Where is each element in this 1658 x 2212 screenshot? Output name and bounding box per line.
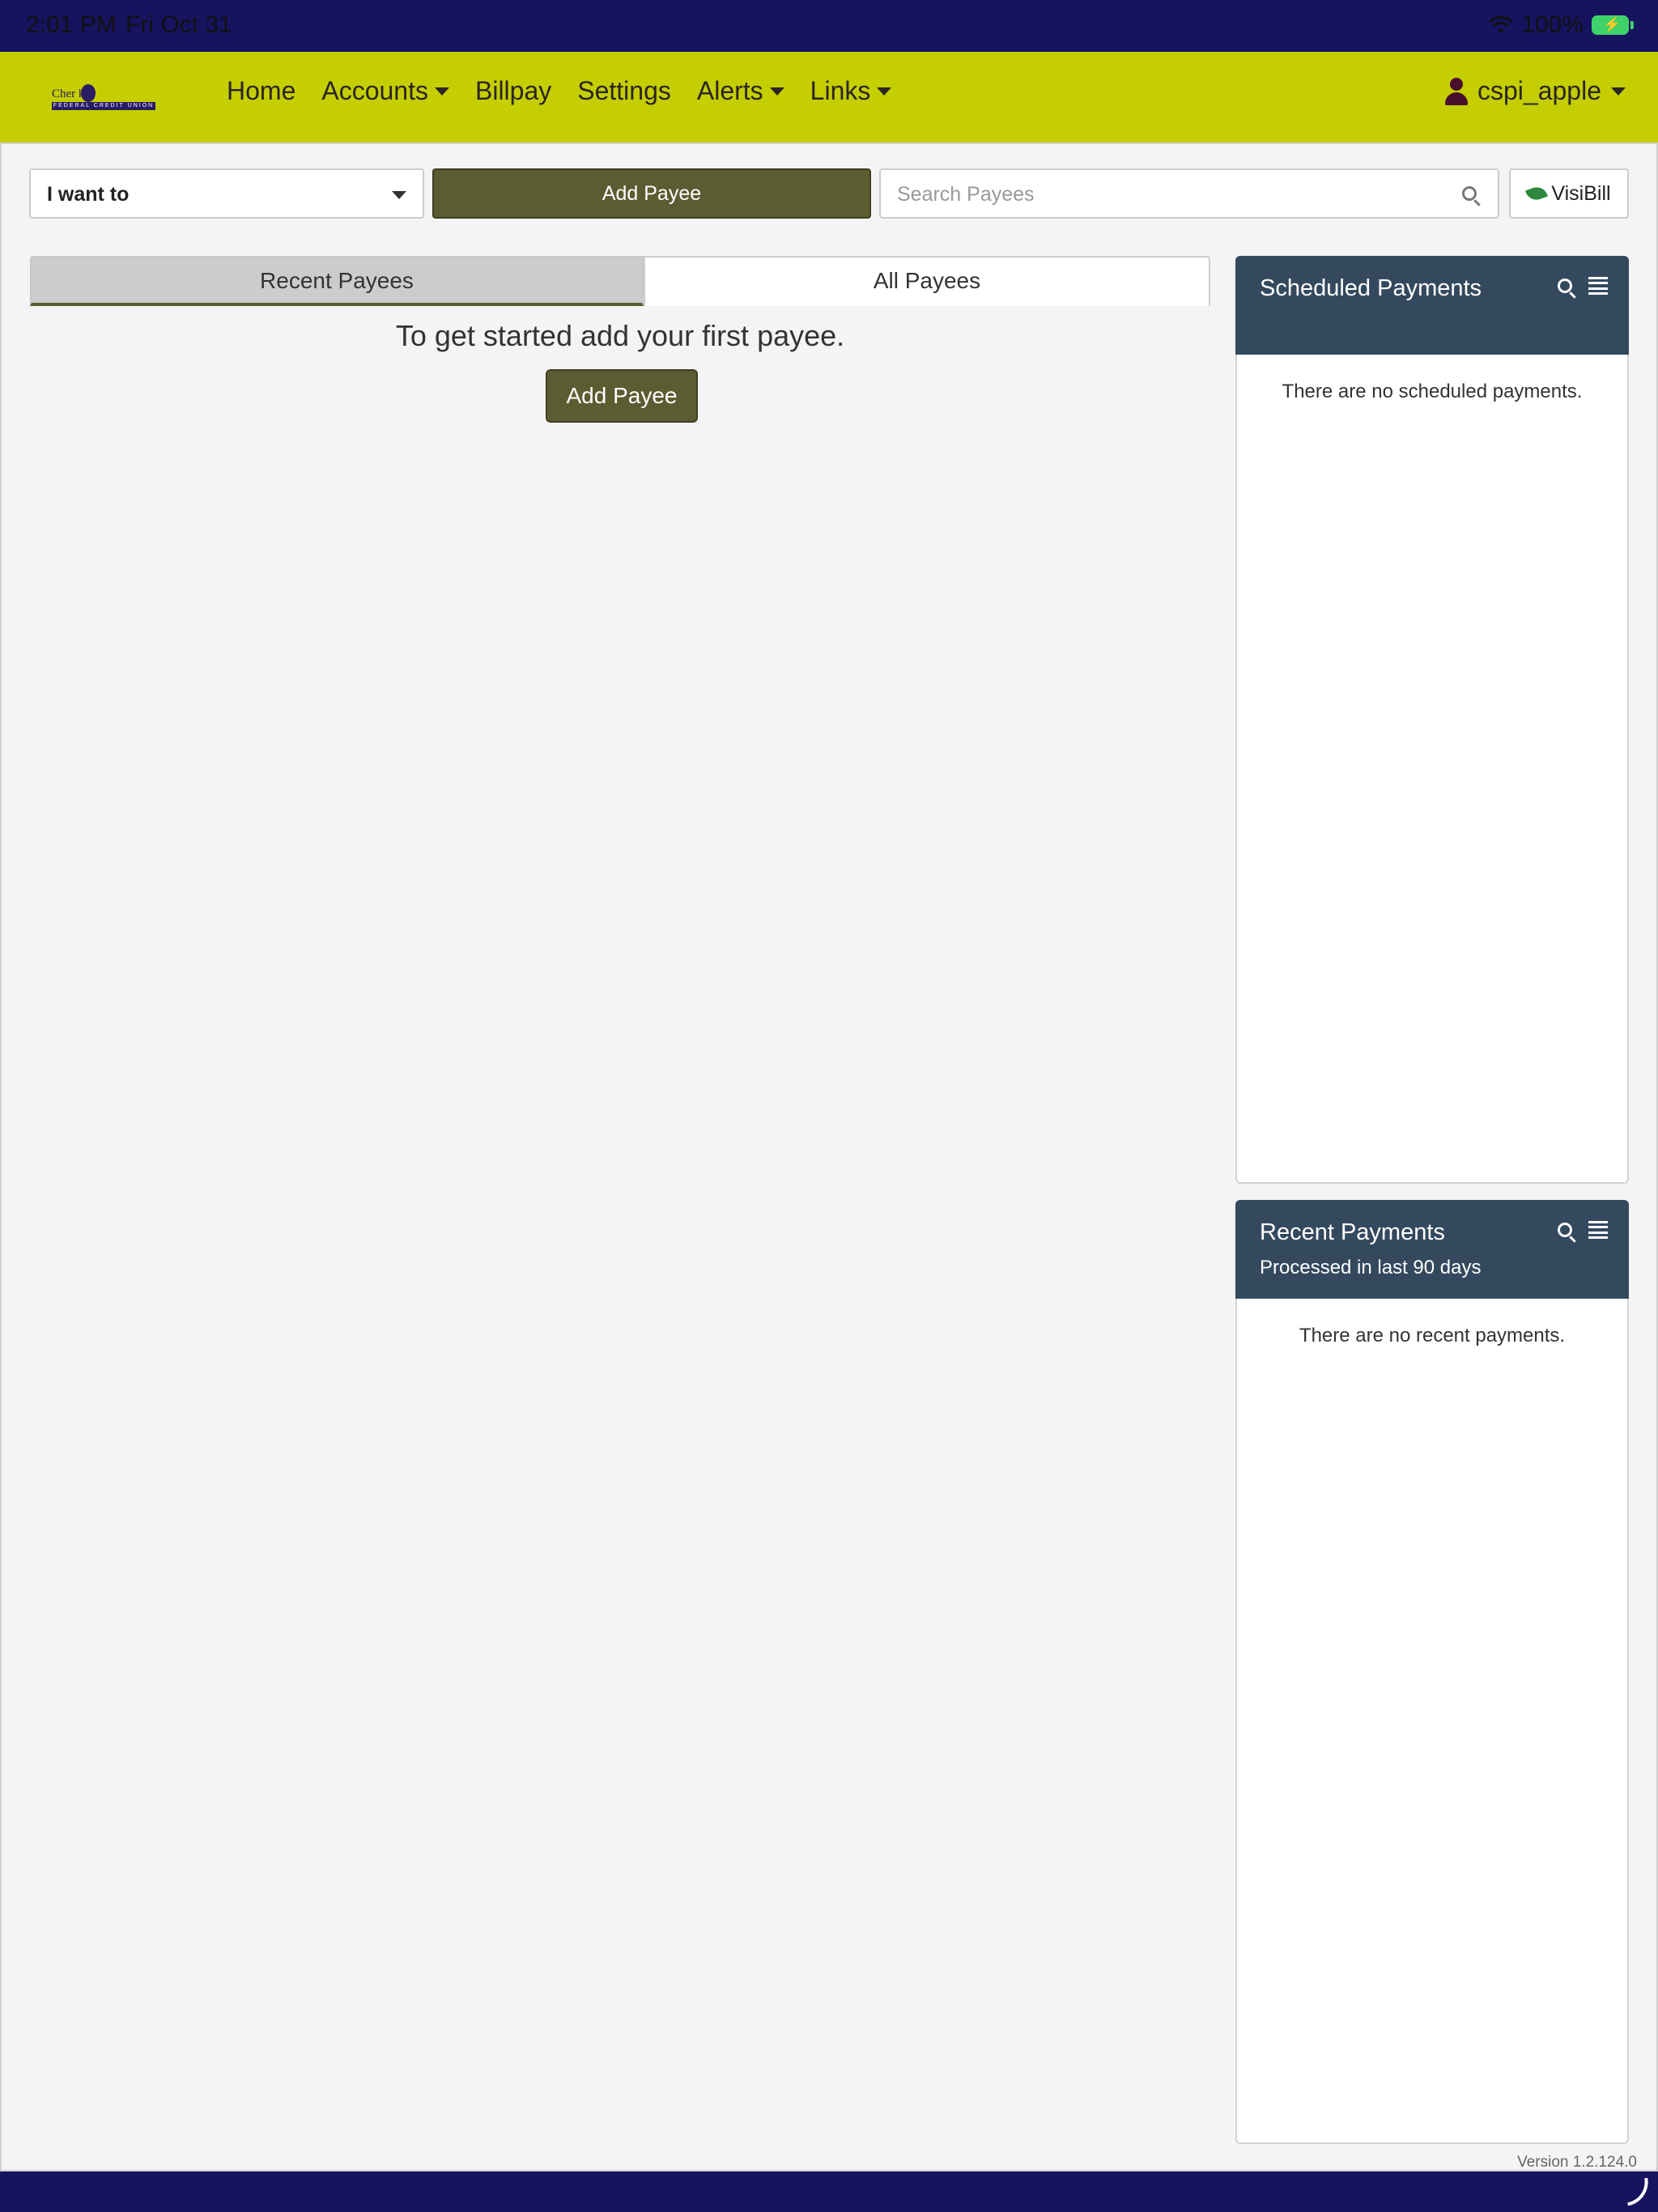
version-label: Version 1.2.124.0	[1517, 2154, 1637, 2171]
visibill-button[interactable]: VisiBill	[1509, 168, 1629, 219]
status-date: Fri Oct 31	[125, 11, 232, 38]
panel-subtitle: Processed in last 90 days	[1260, 1257, 1482, 1278]
phone-icon	[1623, 2177, 1652, 2206]
search-icon[interactable]	[1462, 186, 1477, 201]
logo-subtext: FEDERAL CREDIT UNION	[52, 102, 155, 110]
panel-actions	[1558, 277, 1608, 295]
payee-tabs: Recent Payees All Payees	[30, 256, 1210, 306]
battery-icon: ⚡	[1592, 15, 1634, 35]
user-menu[interactable]: cspi_apple	[1445, 76, 1626, 106]
nav-alerts[interactable]: Alerts	[697, 76, 784, 106]
visibill-label: VisiBill	[1551, 181, 1611, 205]
tab-recent-payees[interactable]: Recent Payees	[30, 256, 644, 306]
recent-payments-panel: Recent Payments Processed in last 90 day…	[1235, 1200, 1629, 2144]
nav-accounts-label: Accounts	[321, 76, 428, 105]
i-want-to-select[interactable]: I want to	[29, 168, 424, 219]
status-bar: 2:01 PM Fri Oct 31 100% ⚡	[0, 0, 1658, 52]
panel-actions	[1558, 1221, 1608, 1239]
battery-percent: 100%	[1521, 11, 1584, 38]
user-icon	[1445, 77, 1468, 105]
logo-emblem	[81, 84, 96, 102]
username: cspi_apple	[1477, 76, 1601, 105]
list-icon[interactable]	[1588, 1221, 1608, 1239]
nav-links[interactable]: Links	[810, 76, 892, 106]
search-payees-input[interactable]	[897, 181, 1448, 207]
nav-home[interactable]: Home	[227, 76, 295, 106]
search-payees-box	[879, 168, 1499, 219]
chevron-down-icon	[434, 87, 449, 96]
nav-accounts[interactable]: Accounts	[321, 76, 449, 106]
wifi-icon	[1489, 15, 1514, 33]
scheduled-payments-panel: Scheduled Payments There are no schedule…	[1235, 256, 1629, 1184]
billpay-content: I want to Add Payee VisiBill Recent Paye…	[0, 143, 1658, 2172]
navbar: Cher kee FEDERAL CREDIT UNION Home Accou…	[0, 52, 1658, 143]
empty-scheduled-message: There are no scheduled payments.	[1282, 381, 1583, 402]
add-payee-button[interactable]: Add Payee	[432, 168, 871, 219]
list-icon[interactable]	[1588, 277, 1608, 295]
nav-billpay[interactable]: Billpay	[475, 76, 551, 106]
bottom-bar	[0, 2172, 1658, 2212]
search-icon[interactable]	[1558, 1223, 1572, 1237]
panel-header: Scheduled Payments	[1235, 256, 1629, 355]
empty-recent-message: There are no recent payments.	[1299, 1325, 1566, 1346]
panel-title: Scheduled Payments	[1260, 275, 1482, 301]
logo[interactable]: Cher kee FEDERAL CREDIT UNION	[52, 84, 155, 113]
nav-menu: Home Accounts Billpay Settings Alerts Li…	[227, 76, 892, 106]
chevron-down-icon	[877, 87, 892, 96]
nav-settings-label: Settings	[577, 76, 671, 105]
status-time: 2:01 PM	[26, 11, 117, 38]
chevron-down-icon	[392, 191, 406, 199]
search-icon[interactable]	[1558, 279, 1572, 293]
i-want-to-label: I want to	[47, 183, 130, 206]
nav-home-label: Home	[227, 76, 296, 105]
chevron-down-icon	[1611, 87, 1626, 96]
nav-alerts-label: Alerts	[696, 76, 763, 105]
panel-title: Recent Payments	[1260, 1219, 1445, 1245]
add-first-payee-button[interactable]: Add Payee	[546, 369, 698, 423]
nav-settings[interactable]: Settings	[577, 76, 671, 106]
nav-links-label: Links	[810, 76, 871, 105]
chevron-down-icon	[769, 87, 784, 96]
leaf-icon	[1525, 184, 1549, 203]
empty-payees-message: To get started add your first payee.	[395, 319, 845, 352]
nav-billpay-label: Billpay	[474, 76, 552, 105]
panel-header: Recent Payments Processed in last 90 day…	[1235, 1200, 1629, 1299]
tab-all-payees[interactable]: All Payees	[644, 256, 1210, 306]
status-indicators: 100% ⚡	[1489, 11, 1634, 39]
billpay-toolbar: I want to Add Payee VisiBill	[29, 168, 1629, 219]
